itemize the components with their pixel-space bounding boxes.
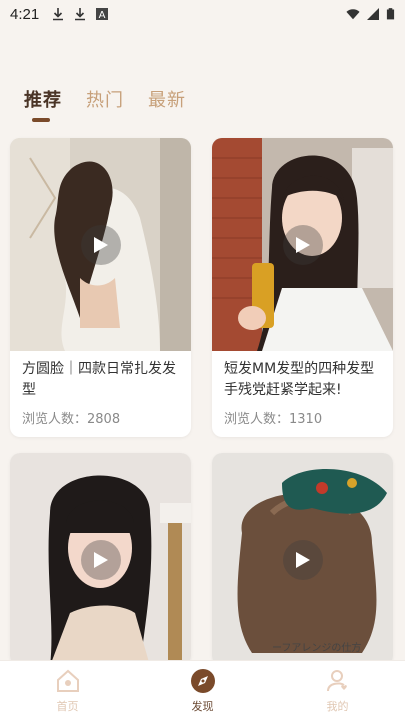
play-icon	[295, 236, 310, 253]
download-icon	[53, 8, 64, 21]
play-icon	[93, 551, 108, 568]
view-count: 浏览人数：2808	[22, 412, 121, 427]
profile-icon	[326, 669, 347, 691]
tab-popular[interactable]: 热门	[86, 86, 124, 120]
video-info: 方圆脸｜四款日常扎发发型 浏览人数：2808	[10, 351, 191, 437]
nav-label: 我的	[326, 699, 349, 713]
status-time: 4:21	[10, 5, 40, 23]
nav-label: 首页	[56, 699, 79, 713]
video-thumbnail[interactable]	[212, 138, 393, 351]
status-system-icons	[346, 7, 395, 21]
status-bar: 4:21 A	[0, 0, 405, 28]
video-thumbnail[interactable]	[10, 138, 191, 351]
compass-icon	[190, 668, 215, 693]
tab-label: 热门	[86, 90, 124, 111]
nav-discover[interactable]: 发现	[163, 668, 243, 714]
nav-home[interactable]: 首页	[28, 668, 108, 714]
play-icon	[295, 551, 310, 568]
svg-text:ーフアレンジの仕方: ーフアレンジの仕方	[272, 641, 361, 654]
video-title: 短发MM发型的四种发型手残党赶紧学起来!	[224, 361, 375, 398]
video-grid: 方圆脸｜四款日常扎发发型 浏览人数：2808 短发MM发型的四种发型手残党赶紧学…	[10, 138, 395, 666]
home-icon	[56, 669, 79, 692]
download-icon	[75, 8, 86, 21]
nav-profile[interactable]: 我的	[298, 668, 378, 714]
signal-icon	[367, 8, 379, 20]
tab-active-indicator	[32, 118, 50, 122]
video-title: 方圆脸｜四款日常扎发发型	[22, 361, 176, 398]
status-notifications: A	[51, 7, 109, 21]
view-count: 浏览人数：1310	[224, 412, 323, 427]
video-card[interactable]: ーフアレンジの仕方	[212, 453, 393, 666]
tab-latest[interactable]: 最新	[148, 86, 186, 120]
category-tabs: 推荐 热门 最新	[24, 86, 186, 122]
play-button[interactable]	[80, 539, 121, 580]
play-button[interactable]	[282, 224, 323, 265]
video-thumbnail[interactable]	[10, 453, 191, 666]
svg-text:A: A	[99, 10, 106, 21]
wifi-icon	[346, 9, 360, 20]
tab-label: 推荐	[24, 90, 62, 111]
play-button[interactable]	[80, 224, 121, 265]
play-icon	[93, 236, 108, 253]
video-card[interactable]: 短发MM发型的四种发型手残党赶紧学起来! 浏览人数：1310	[212, 138, 393, 437]
tab-label: 最新	[148, 90, 186, 111]
battery-icon	[386, 8, 395, 20]
play-button[interactable]	[282, 539, 323, 580]
video-info: 短发MM发型的四种发型手残党赶紧学起来! 浏览人数：1310	[212, 351, 393, 437]
bottom-navigation: 首页 发现 我的	[0, 660, 405, 720]
video-thumbnail[interactable]: ーフアレンジの仕方	[212, 453, 393, 666]
text-a-icon: A	[96, 8, 109, 21]
nav-label: 发现	[191, 699, 214, 713]
video-card[interactable]	[10, 453, 191, 666]
tab-recommended[interactable]: 推荐	[24, 86, 62, 122]
video-card[interactable]: 方圆脸｜四款日常扎发发型 浏览人数：2808	[10, 138, 191, 437]
